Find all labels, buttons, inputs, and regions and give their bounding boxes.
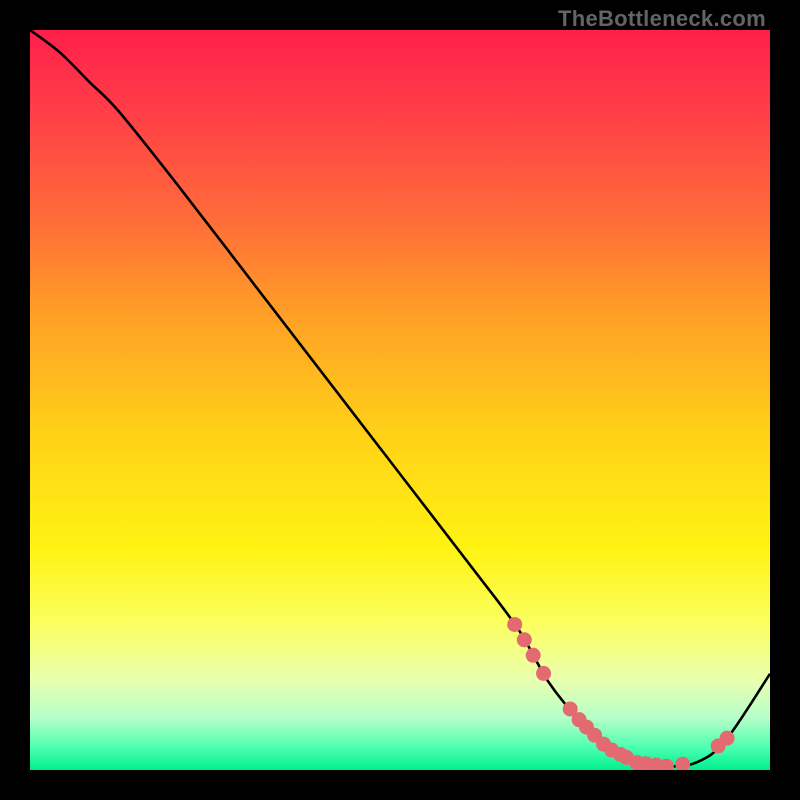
watermark-text: TheBottleneck.com xyxy=(558,6,766,32)
highlight-dot xyxy=(526,648,541,663)
highlight-dots xyxy=(507,617,734,770)
highlight-dot xyxy=(720,731,735,746)
bottleneck-curve xyxy=(30,30,770,766)
highlight-dot xyxy=(507,617,522,632)
chart-plot-area xyxy=(30,30,770,770)
bottleneck-curve-svg xyxy=(30,30,770,770)
highlight-dot xyxy=(675,757,690,770)
highlight-dot xyxy=(517,632,532,647)
highlight-dot xyxy=(536,666,551,681)
